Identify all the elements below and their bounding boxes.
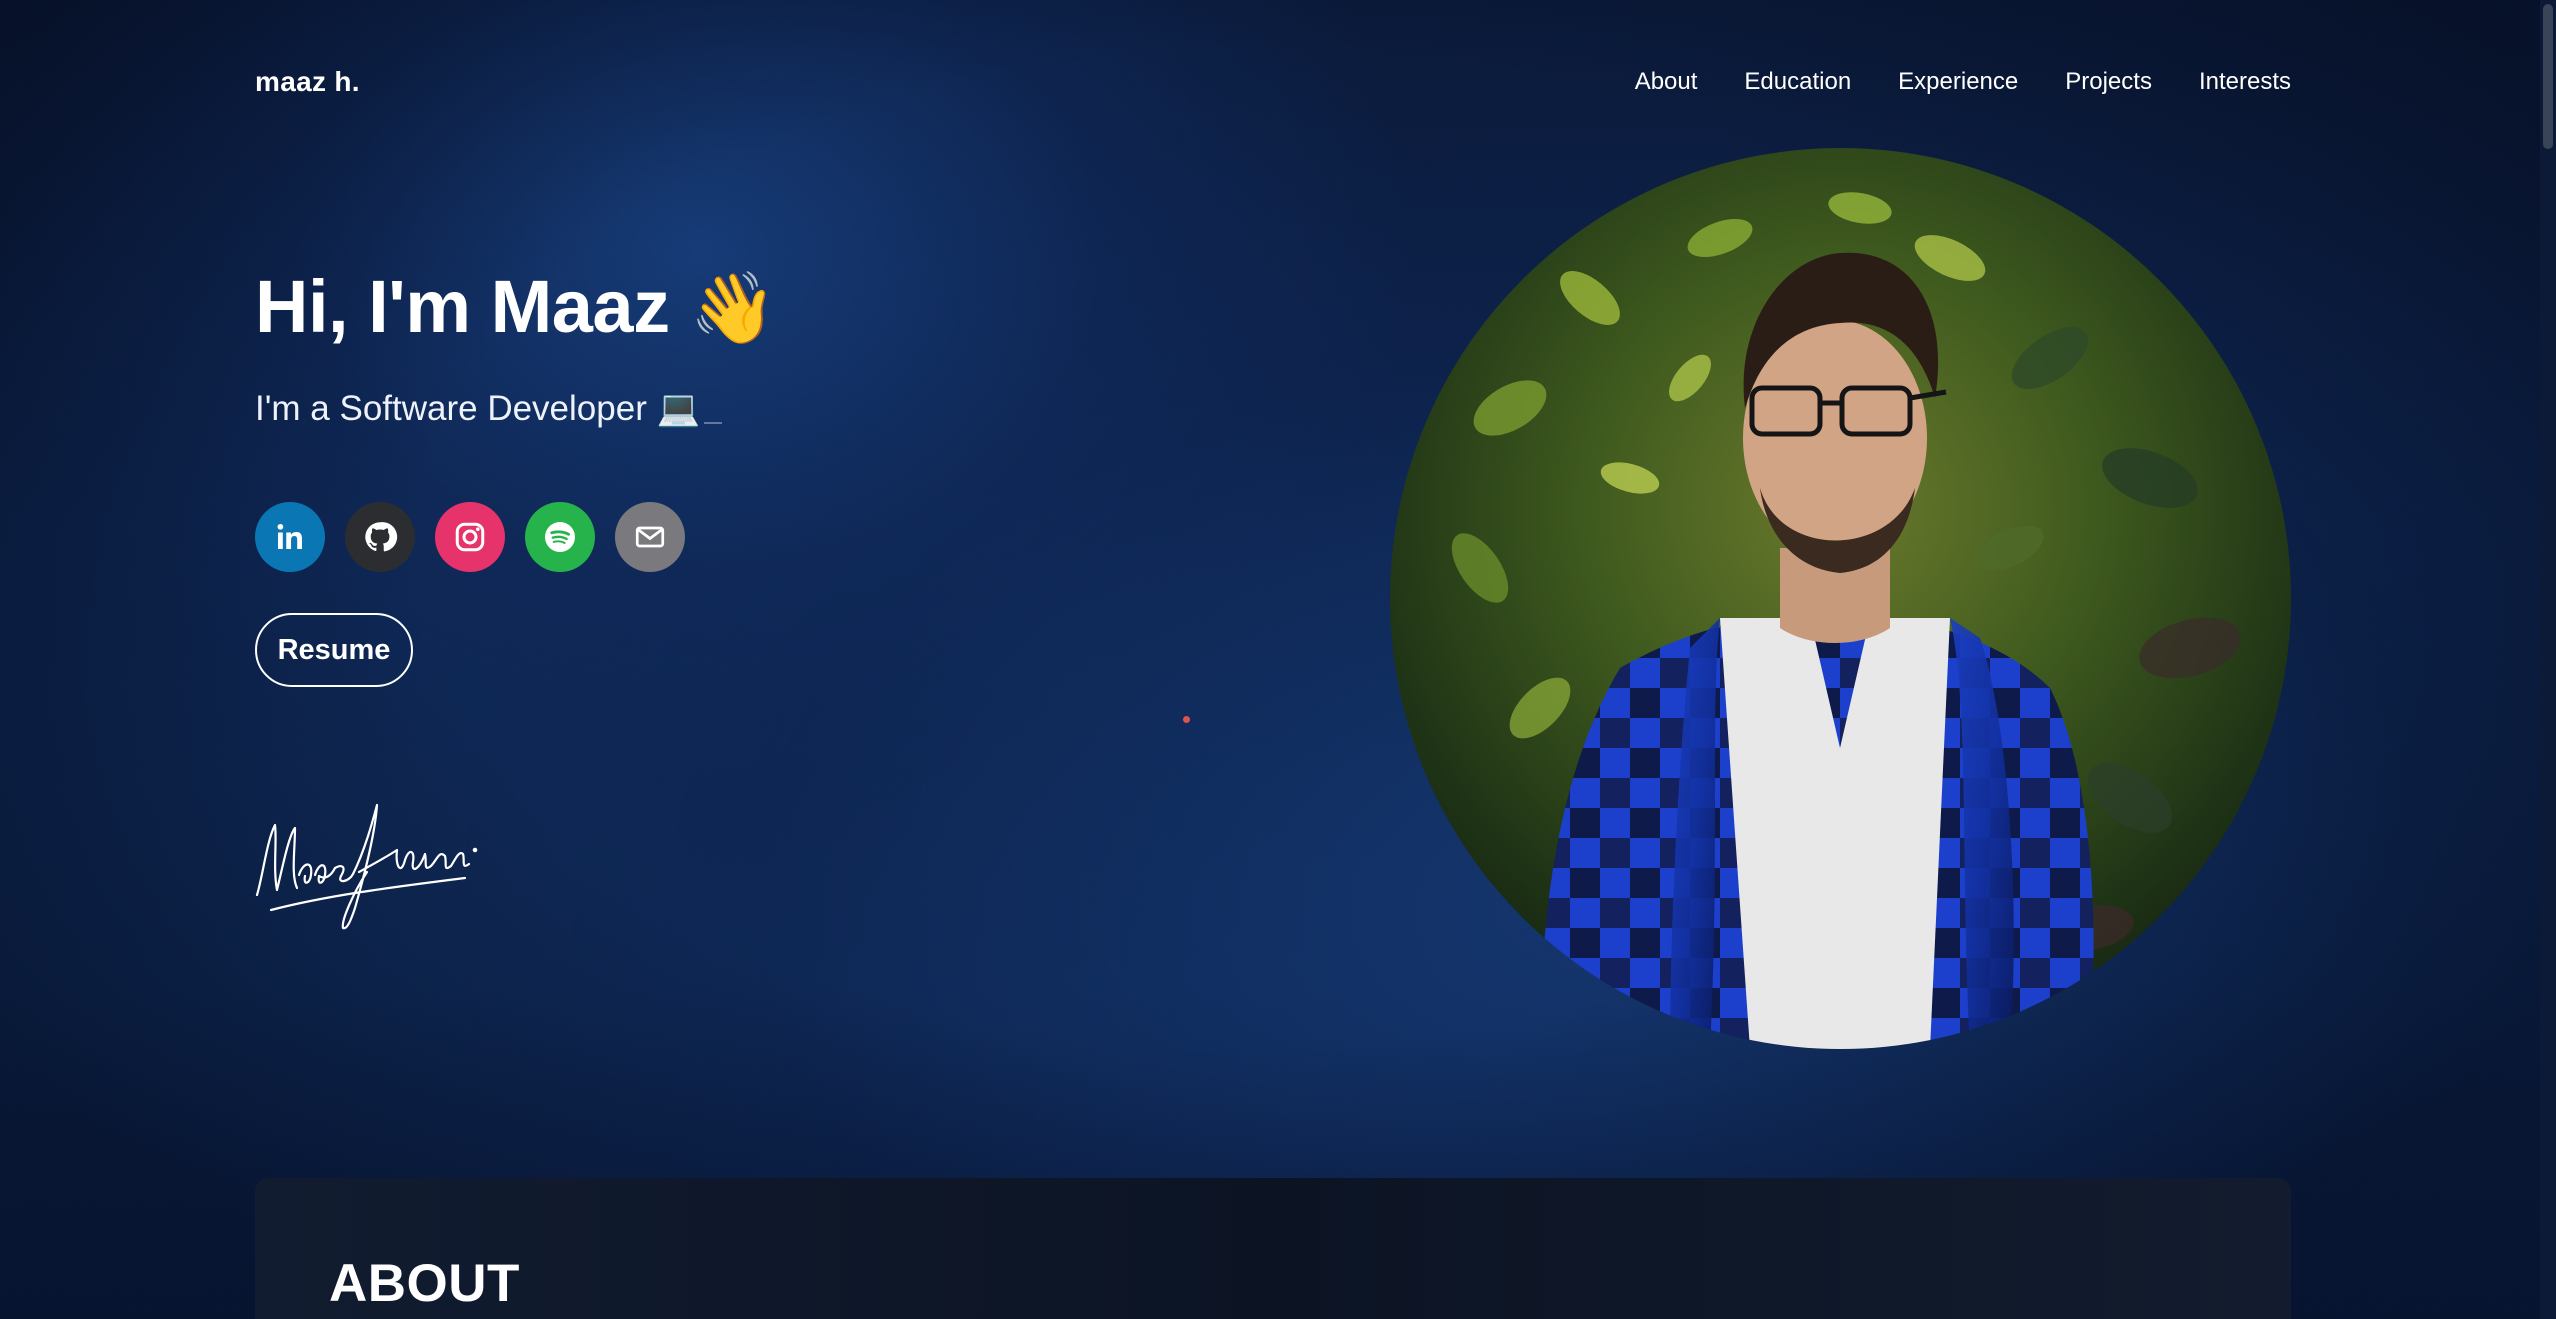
- top-navigation: maaz h. About Education Experience Proje…: [255, 60, 2291, 104]
- linkedin-icon: [277, 523, 302, 549]
- spotify-button[interactable]: [525, 502, 595, 572]
- nav-link-projects[interactable]: Projects: [2065, 68, 2152, 96]
- social-links: [255, 502, 685, 572]
- nav-link-experience[interactable]: Experience: [1898, 68, 2018, 96]
- spotify-icon: [545, 522, 575, 552]
- hero-subtitle-text: I'm a Software Developer: [255, 389, 647, 428]
- scrollbar-thumb[interactable]: [2543, 4, 2553, 149]
- nav-links: About Education Experience Projects Inte…: [1635, 68, 2291, 96]
- resume-button[interactable]: Resume: [255, 613, 413, 687]
- nav-link-interests[interactable]: Interests: [2199, 68, 2291, 96]
- waving-hand-emoji: 👋: [689, 269, 777, 347]
- about-section: ABOUT: [255, 1178, 2291, 1319]
- nav-link-education[interactable]: Education: [1744, 68, 1851, 96]
- brand-logo[interactable]: maaz h.: [255, 66, 360, 98]
- instagram-button[interactable]: [435, 502, 505, 572]
- about-heading: ABOUT: [329, 1254, 520, 1313]
- instagram-icon: [455, 522, 485, 552]
- hero-title-text: Hi, I'm Maaz: [255, 265, 670, 348]
- signature-image: [255, 803, 478, 930]
- hero-subtitle: I'm a Software Developer 💻: [255, 386, 723, 432]
- laptop-emoji: 💻: [656, 389, 701, 428]
- cursor-dot: [1183, 716, 1190, 723]
- mail-icon: [635, 526, 665, 548]
- profile-photo-illustration: [1390, 148, 2291, 1049]
- github-icon: [365, 522, 398, 552]
- linkedin-button[interactable]: [255, 502, 325, 572]
- hero-title: Hi, I'm Maaz 👋: [255, 262, 777, 353]
- nav-link-about[interactable]: About: [1635, 68, 1698, 96]
- scrollbar-track[interactable]: [2540, 0, 2556, 1319]
- typing-cursor: [704, 422, 723, 424]
- email-button[interactable]: [615, 502, 685, 572]
- profile-photo: [1390, 148, 2291, 1049]
- github-button[interactable]: [345, 502, 415, 572]
